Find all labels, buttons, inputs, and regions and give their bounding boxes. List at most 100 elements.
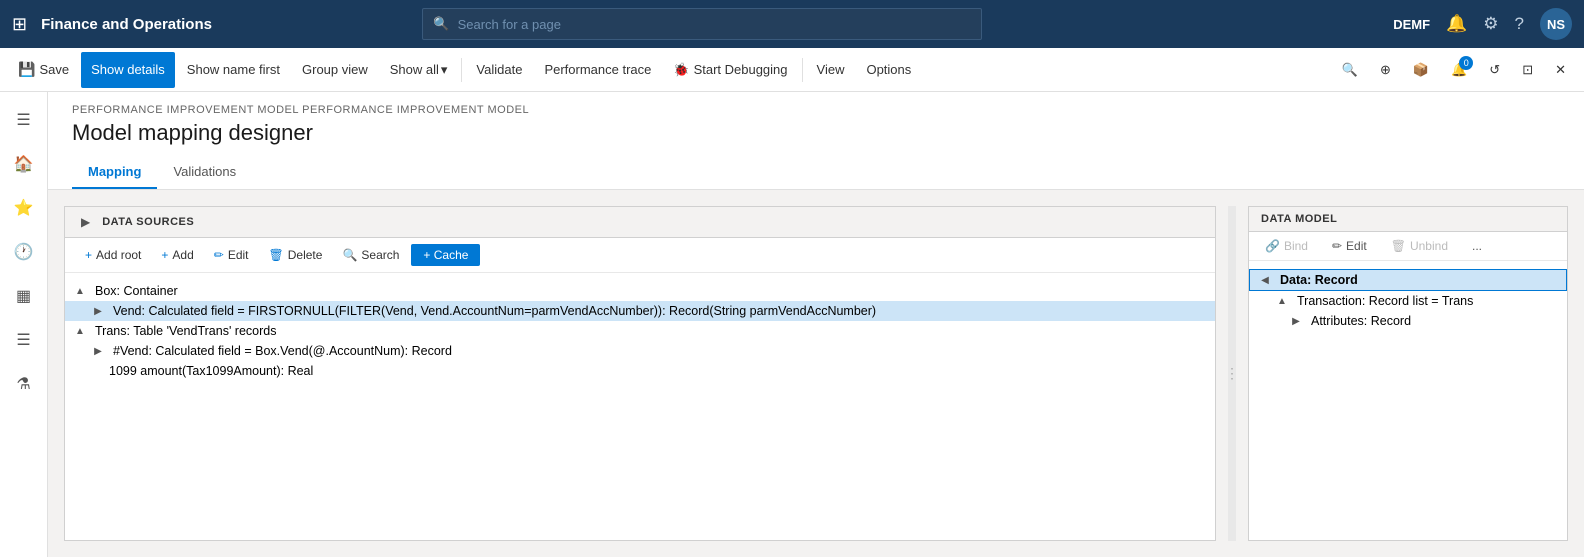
dm-item-data[interactable]: ◀ Data: Record [1249,269,1567,291]
amount-label: 1099 amount(Tax1099Amount): Real [109,364,313,378]
notification-badge-button[interactable]: 🔔 0 [1441,52,1477,88]
unbind-button[interactable]: 🗑 Unbind [1383,236,1456,256]
chevron-down-icon: ▾ [441,62,448,78]
show-details-button[interactable]: Show details [81,52,175,88]
show-details-label: Show details [91,62,165,77]
attr-toggle[interactable]: ▶ [1289,316,1303,327]
trans-dm-toggle[interactable]: ▲ [1275,296,1289,307]
box-label: Box: Container [95,284,178,298]
main-content: PERFORMANCE IMPROVEMENT MODEL PERFORMANC… [48,92,1584,557]
performance-trace-button[interactable]: Performance trace [534,52,661,88]
hash-vend-label: #Vend: Calculated field = Box.Vend(@.Acc… [113,344,452,358]
validate-button[interactable]: Validate [466,52,532,88]
start-debugging-label: Start Debugging [694,62,788,77]
cache-button[interactable]: + Cache [411,244,480,266]
ds-tree: ▲ Box: Container ▶ Vend: Calculated fiel… [65,273,1215,540]
trans-toggle[interactable]: ▲ [73,326,87,337]
refresh-button[interactable]: ↺ [1479,52,1510,88]
splitter-v[interactable] [1228,206,1236,541]
show-all-button[interactable]: Show all ▾ [380,52,458,88]
add-root-icon: + [85,248,92,262]
unbind-label: Unbind [1410,239,1448,253]
dm-item-transaction[interactable]: ▲ Transaction: Record list = Trans [1249,291,1567,311]
more-label: ... [1472,239,1482,253]
grid-icon[interactable]: ⊞ [12,14,27,35]
cmd-divider-1 [461,58,462,82]
ds-panel-header: ▶ DATA SOURCES [65,207,1215,238]
vend-toggle[interactable]: ▶ [91,306,105,317]
view-button[interactable]: View [807,52,855,88]
search-page-button[interactable]: 🔍 [1332,52,1368,88]
sidebar-menu-icon[interactable]: ☰ [4,100,44,140]
ds-expand-btn[interactable]: ▶ [77,213,94,231]
performance-trace-label: Performance trace [544,62,651,77]
tree-item-trans[interactable]: ▲ Trans: Table 'VendTrans' records [65,321,1215,341]
close-button[interactable]: ✕ [1545,52,1576,88]
add-root-button[interactable]: + Add root [77,244,149,266]
cache-label: + Cache [423,248,468,262]
data-label: Data: Record [1280,273,1358,287]
more-button[interactable]: ... [1464,236,1490,256]
bookmark-button[interactable]: ⊕ [1370,52,1401,88]
sidebar-home-icon[interactable]: 🏠 [4,144,44,184]
tree-item-vend[interactable]: ▶ Vend: Calculated field = FIRSTORNULL(F… [65,301,1215,321]
pencil-icon: ✏ [1332,239,1342,253]
edit-ds-button[interactable]: ✏ Edit [206,244,257,266]
start-debugging-button[interactable]: 🐞 Start Debugging [663,52,797,88]
dm-panel-header: DATA MODEL [1249,207,1567,232]
dm-item-attributes[interactable]: ▶ Attributes: Record [1249,311,1567,331]
hash-vend-toggle[interactable]: ▶ [91,346,105,357]
options-label: Options [866,62,911,77]
page-header: PERFORMANCE IMPROVEMENT MODEL PERFORMANC… [48,92,1584,190]
tree-item-box[interactable]: ▲ Box: Container [65,281,1215,301]
delete-button[interactable]: 🗑 Delete [261,244,331,266]
add-root-label: Add root [96,248,141,262]
search-button[interactable]: 🔍 Search [334,244,407,266]
edit-dm-button[interactable]: ✏ Edit [1324,236,1375,256]
sidebar-workspaces-icon[interactable]: ▦ [4,276,44,316]
trans-label: Trans: Table 'VendTrans' records [95,324,276,338]
avatar[interactable]: NS [1540,8,1572,40]
data-toggle[interactable]: ◀ [1258,275,1272,286]
sidebar-recent-icon[interactable]: 🕐 [4,232,44,272]
extension-button[interactable]: 📦 [1403,52,1439,88]
tab-mapping[interactable]: Mapping [72,156,157,189]
data-model-panel: DATA MODEL 🔗 Bind ✏ Edit 🗑 Unbind [1248,206,1568,541]
save-label: Save [39,62,69,77]
unlink-icon: 🗑 [1391,239,1406,253]
breadcrumb: PERFORMANCE IMPROVEMENT MODEL PERFORMANC… [72,104,1560,116]
sidebar-list-icon[interactable]: ☰ [4,320,44,360]
group-view-label: Group view [302,62,368,77]
vend-label: Vend: Calculated field = FIRSTORNULL(FIL… [113,304,876,318]
bind-button[interactable]: 🔗 Bind [1257,236,1316,256]
search-label: Search [361,248,399,262]
sidebar-favorites-icon[interactable]: ⭐ [4,188,44,228]
search-icon: 🔍 [433,16,449,32]
edit-label: Edit [228,248,249,262]
search-bar[interactable]: 🔍 [422,8,982,40]
show-name-first-button[interactable]: Show name first [177,52,290,88]
help-icon[interactable]: ? [1515,14,1524,34]
notification-icon[interactable]: 🔔 [1446,14,1467,34]
tab-validations[interactable]: Validations [157,156,252,189]
tree-item-1099[interactable]: 1099 amount(Tax1099Amount): Real [65,361,1215,381]
tree-item-hash-vend[interactable]: ▶ #Vend: Calculated field = Box.Vend(@.A… [65,341,1215,361]
add-icon: + [161,248,168,262]
delete-label: Delete [288,248,323,262]
top-nav: ⊞ Finance and Operations 🔍 DEMF 🔔 ⚙ ? NS [0,0,1584,48]
open-in-new-button[interactable]: ⊡ [1512,52,1543,88]
save-icon: 💾 [18,61,35,78]
settings-icon[interactable]: ⚙ [1483,14,1498,34]
sidebar-filter-icon[interactable]: ⚗ [4,364,44,404]
main-layout: ☰ 🏠 ⭐ 🕐 ▦ ☰ ⚗ PERFORMANCE IMPROVEMENT MO… [0,92,1584,557]
options-button[interactable]: Options [856,52,921,88]
edit-dm-label: Edit [1346,239,1367,253]
search-input[interactable] [458,17,972,32]
dm-toolbar: 🔗 Bind ✏ Edit 🗑 Unbind ... [1249,232,1567,261]
command-bar: 💾 Save Show details Show name first Grou… [0,48,1584,92]
save-button[interactable]: 💾 Save [8,52,79,88]
box-toggle[interactable]: ▲ [73,286,87,297]
add-button[interactable]: + Add [153,244,201,266]
link-icon: 🔗 [1265,239,1280,253]
group-view-button[interactable]: Group view [292,52,378,88]
